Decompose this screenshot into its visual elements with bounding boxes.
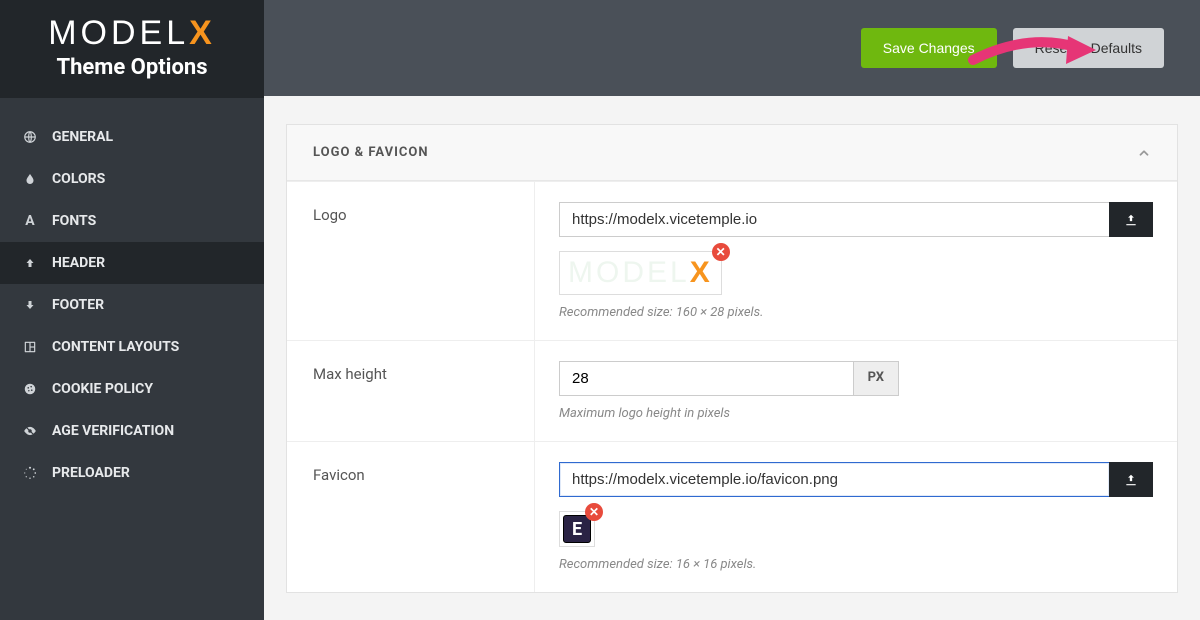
eye-icon [22,424,38,438]
sidebar-item-general[interactable]: GENERAL [0,116,264,158]
row-favicon: Favicon E ✕ [287,441,1177,592]
font-icon: A [22,213,38,229]
favicon-upload-button[interactable] [1109,462,1153,497]
brand-block: MODELX Theme Options [0,0,264,98]
favicon-preview: E ✕ [559,511,595,547]
panel-title: LOGO & FAVICON [313,145,429,160]
reset-button[interactable]: Reset to Defaults [1013,28,1164,68]
sidebar-item-label: CONTENT LAYOUTS [52,339,179,355]
cookie-icon [22,382,38,396]
brand-logo: MODELX [20,14,244,53]
sidebar: MODELX Theme Options GENERAL COLORS A FONTS… [0,0,264,620]
sidebar-item-preloader[interactable]: PRELOADER [0,452,264,494]
sidebar-item-label: PRELOADER [52,465,130,481]
sidebar-item-cookie-policy[interactable]: COOKIE POLICY [0,368,264,410]
sidebar-item-label: HEADER [52,255,105,271]
row-label-logo: Logo [287,182,535,340]
upload-icon [1123,473,1139,487]
nav: GENERAL COLORS A FONTS HEADER FOOTER CONTENT L… [0,98,264,494]
favicon-hint: Recommended size: 16 × 16 pixels. [559,557,1153,572]
panel-logo-favicon: LOGO & FAVICON Logo [286,124,1178,593]
chevron-up-icon [1137,146,1151,160]
panel-header[interactable]: LOGO & FAVICON [287,125,1177,181]
row-logo: Logo MODELX ✕ [287,181,1177,340]
spinner-icon [22,466,38,480]
sidebar-item-label: FONTS [52,213,96,229]
maxheight-input[interactable] [559,361,853,396]
logo-url-input[interactable] [559,202,1109,237]
save-button[interactable]: Save Changes [861,28,997,68]
sidebar-item-label: FOOTER [52,297,104,313]
row-label-favicon: Favicon [287,442,535,592]
row-label-maxheight: Max height [287,341,535,441]
sidebar-item-colors[interactable]: COLORS [0,158,264,200]
drop-icon [22,172,38,186]
sidebar-item-label: COLORS [52,171,105,187]
logo-hint: Recommended size: 160 × 28 pixels. [559,305,1153,320]
sidebar-item-age-verification[interactable]: AGE VERIFICATION [0,410,264,452]
maxheight-hint: Maximum logo height in pixels [559,406,1153,421]
brand-subtitle: Theme Options [20,55,244,80]
px-suffix: PX [853,361,899,396]
down-icon [22,298,38,312]
layout-icon [22,340,38,354]
sidebar-item-footer[interactable]: FOOTER [0,284,264,326]
favicon-thumb: E [563,515,591,543]
favicon-url-input[interactable] [559,462,1109,497]
row-maxheight: Max height PX Maximum logo height in pix… [287,340,1177,441]
sidebar-item-fonts[interactable]: A FONTS [0,200,264,242]
sidebar-item-label: AGE VERIFICATION [52,423,174,439]
remove-logo-button[interactable]: ✕ [712,243,730,261]
remove-favicon-button[interactable]: ✕ [585,503,603,521]
logo-upload-button[interactable] [1109,202,1153,237]
upload-icon [1123,213,1139,227]
logo-preview: MODELX ✕ [559,251,722,295]
topbar: Save Changes Reset to Defaults [264,0,1200,96]
sidebar-item-label: COOKIE POLICY [52,381,153,397]
sidebar-item-label: GENERAL [52,129,113,145]
sidebar-item-content-layouts[interactable]: CONTENT LAYOUTS [0,326,264,368]
up-icon [22,256,38,270]
main: Save Changes Reset to Defaults LOGO & FA… [264,0,1200,620]
globe-icon [22,130,38,144]
sidebar-item-header[interactable]: HEADER [0,242,264,284]
